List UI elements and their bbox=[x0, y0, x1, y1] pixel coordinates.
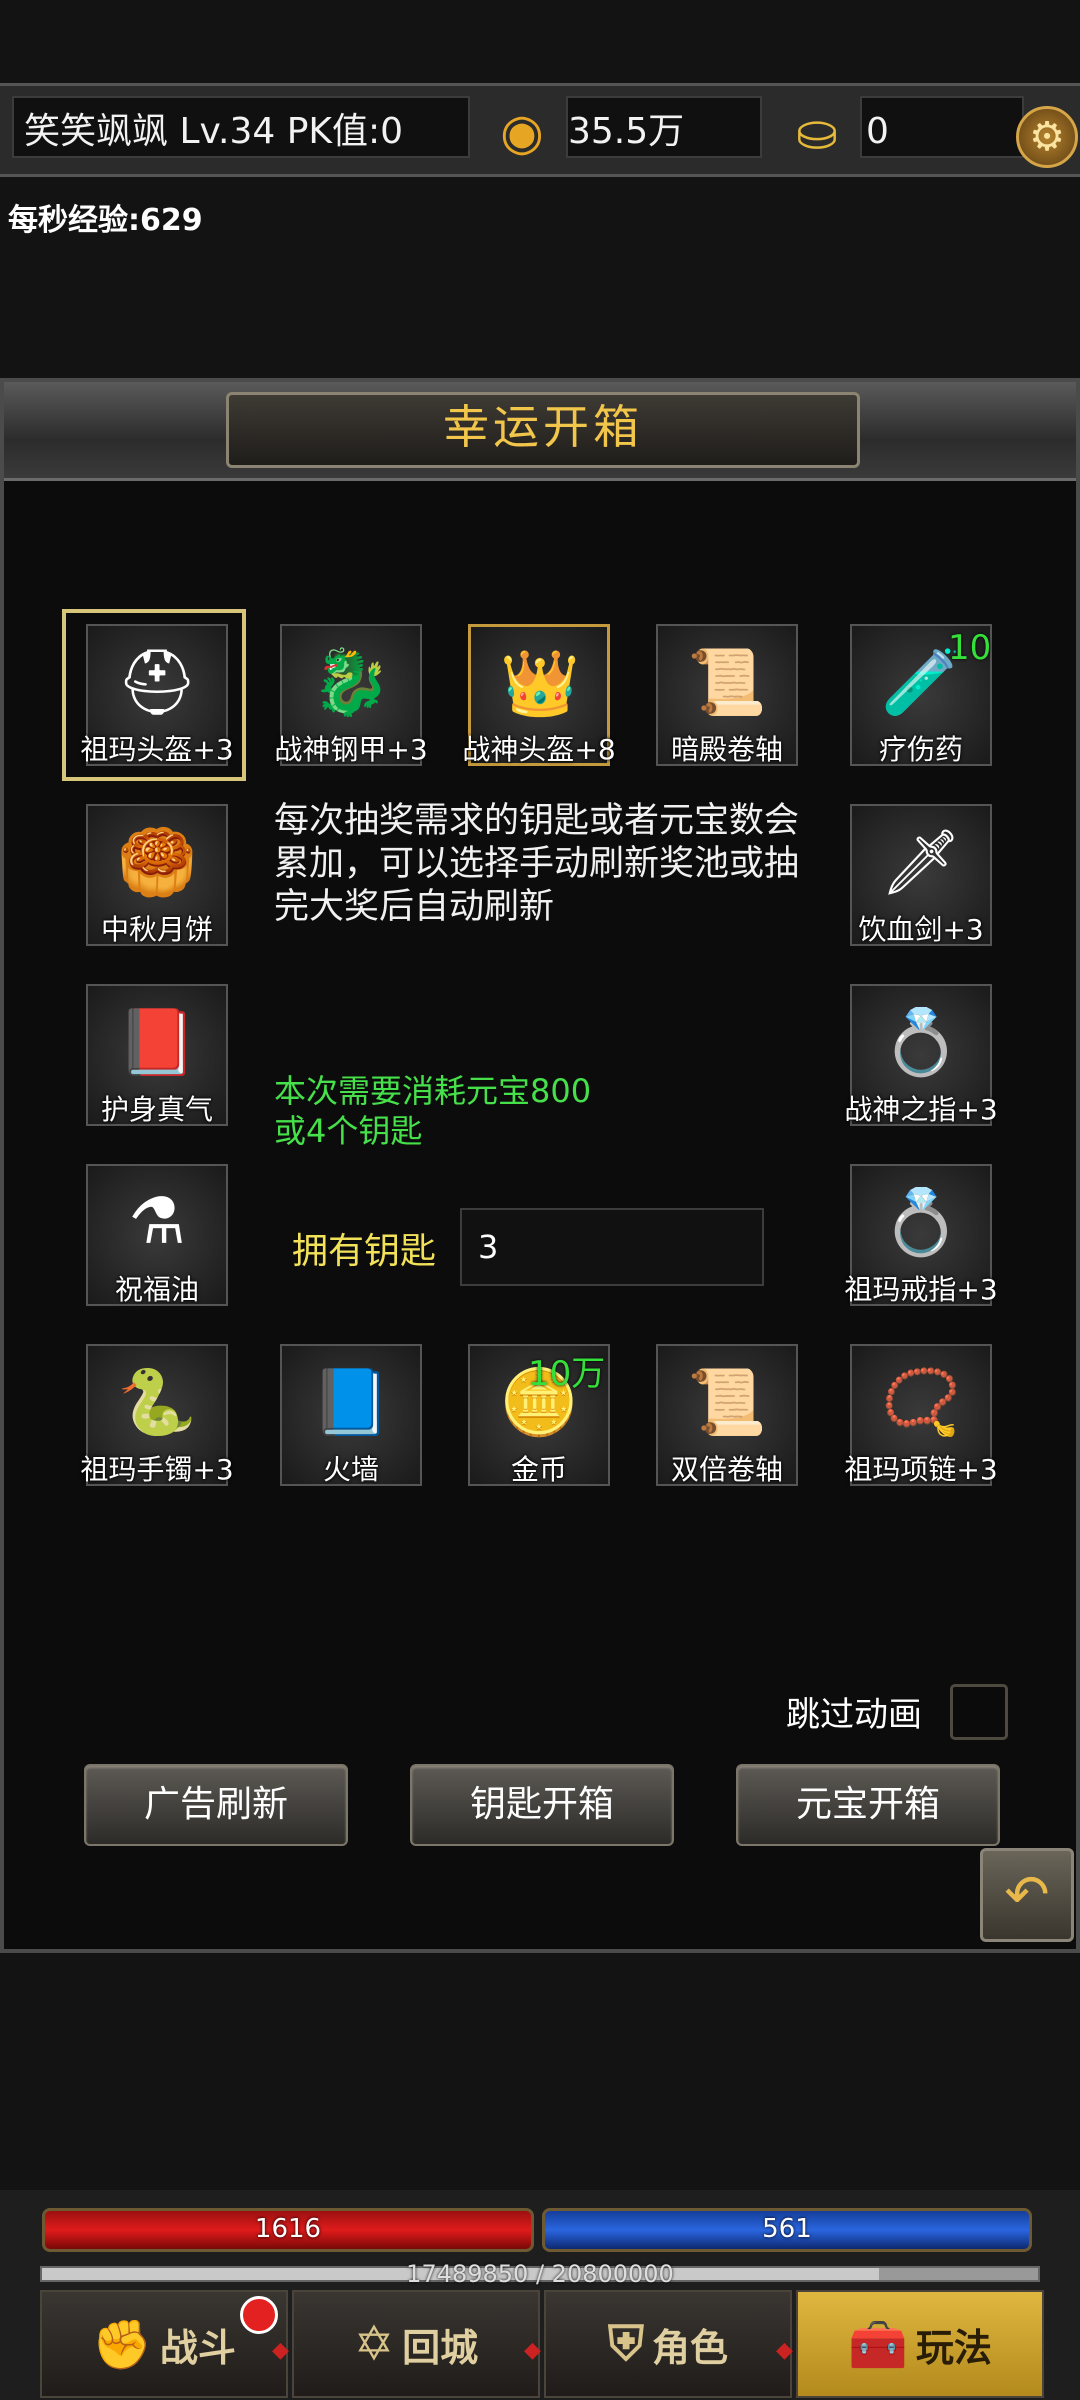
ingot-open-button[interactable]: 元宝开箱 bbox=[736, 1764, 1000, 1846]
reward-slot-label: 金币 bbox=[510, 1453, 567, 1486]
reward-slot-label: 火墙 bbox=[322, 1453, 379, 1486]
reward-slot-label: 战神头盔+8 bbox=[462, 733, 616, 766]
item-icon: 💍 bbox=[881, 1005, 961, 1080]
skip-animation-label: 跳过动画 bbox=[786, 1695, 922, 1735]
info-text: 每次抽奖需求的钥匙或者元宝数会累加，可以选择手动刷新奖池或抽完大奖后自动刷新 bbox=[274, 801, 800, 927]
tab-separator: ◆ bbox=[776, 2338, 793, 2363]
tab-gameplay[interactable]: 🧰 玩法 bbox=[796, 2290, 1044, 2398]
item-icon: 🐉 bbox=[311, 645, 391, 720]
reward-slot-label: 暗殿卷轴 bbox=[670, 733, 783, 766]
player-info: 笑笑飒飒 Lv.34 PK值:0 bbox=[24, 111, 404, 152]
exp-rate: 每秒经验:629 bbox=[8, 203, 203, 238]
item-icon: ⚗ bbox=[128, 1185, 186, 1259]
ingot-icon: ⛀ bbox=[796, 103, 838, 161]
item-icon: 📿 bbox=[881, 1365, 961, 1440]
item-icon: 🗡 bbox=[880, 825, 962, 900]
reward-slot-label: 祖玛项链+3 bbox=[844, 1453, 998, 1486]
tab-return-town-label: 回城 bbox=[402, 2325, 479, 2370]
hp-value: 1616 bbox=[254, 2214, 322, 2244]
reward-slot-label: 中秋月饼 bbox=[100, 913, 213, 946]
tab-gameplay-label: 玩法 bbox=[915, 2325, 992, 2370]
back-button[interactable]: ↶ bbox=[980, 1848, 1074, 1942]
helmet-icon: ⛨ bbox=[607, 2315, 644, 2372]
back-arrow-icon: ↶ bbox=[1004, 1863, 1050, 1926]
treasure-chest-icon: 🧰 bbox=[848, 2316, 908, 2373]
item-count: 10万 bbox=[528, 1354, 606, 1394]
item-count: 10 bbox=[948, 628, 992, 668]
pentagram-icon: ✡ bbox=[353, 2316, 395, 2372]
exp-value: 17489850 / 20800000 bbox=[406, 2260, 674, 2288]
reward-slot-label: 饮血剑+3 bbox=[858, 913, 984, 946]
coin-icon: ◉ bbox=[500, 103, 544, 161]
reward-slot-label: 祝福油 bbox=[114, 1273, 199, 1306]
mp-value: 561 bbox=[762, 2214, 812, 2244]
tab-separator: ◆ bbox=[272, 2338, 289, 2363]
item-icon: 📘 bbox=[311, 1365, 391, 1440]
reward-slot-label: 战神之指+3 bbox=[844, 1093, 998, 1126]
item-icon: 📜 bbox=[687, 1365, 767, 1440]
reward-slot-label: 护身真气 bbox=[100, 1093, 213, 1126]
tab-return-town[interactable]: ✡ 回城 bbox=[292, 2290, 540, 2398]
item-icon: 💍 bbox=[881, 1185, 961, 1260]
notification-dot bbox=[240, 2296, 278, 2334]
reward-slot-label: 祖玛戒指+3 bbox=[844, 1273, 998, 1306]
keys-value: 3 bbox=[478, 1228, 499, 1266]
item-icon: 🥮 bbox=[117, 825, 197, 900]
tab-battle-label: 战斗 bbox=[159, 2325, 236, 2370]
skip-animation-checkbox[interactable] bbox=[950, 1684, 1008, 1740]
reward-slot-label: 祖玛头盔+3 bbox=[80, 733, 234, 766]
ad-refresh-button[interactable]: 广告刷新 bbox=[84, 1764, 348, 1846]
tab-character[interactable]: ⛨ 角色 bbox=[544, 2290, 792, 2398]
cost-line-2: 或4个钥匙 bbox=[274, 1112, 423, 1150]
keys-field bbox=[460, 1208, 764, 1286]
item-icon: ⛑ bbox=[116, 645, 198, 720]
reward-slot-label: 疗伤药 bbox=[878, 733, 963, 766]
item-icon: 👑 bbox=[500, 646, 580, 721]
item-icon: 📕 bbox=[117, 1005, 197, 1080]
item-icon: 📜 bbox=[687, 645, 767, 720]
gear-icon[interactable]: ⚙ bbox=[1016, 106, 1078, 168]
fist-icon: ✊ bbox=[92, 2316, 152, 2373]
reward-slot-label: 战神钢甲+3 bbox=[274, 733, 428, 766]
reward-slot-label: 双倍卷轴 bbox=[670, 1453, 783, 1486]
ingots-value: 0 bbox=[866, 111, 889, 152]
tab-separator: ◆ bbox=[524, 2338, 541, 2363]
coins-value: 35.5万 bbox=[568, 111, 685, 152]
tab-character-label: 角色 bbox=[652, 2325, 729, 2370]
reward-slot-label: 祖玛手镯+3 bbox=[80, 1453, 234, 1486]
keys-label: 拥有钥匙 bbox=[292, 1231, 437, 1272]
panel-title: 幸运开箱 bbox=[443, 400, 643, 454]
item-icon: 🐍 bbox=[117, 1365, 197, 1440]
key-open-button[interactable]: 钥匙开箱 bbox=[410, 1764, 674, 1846]
